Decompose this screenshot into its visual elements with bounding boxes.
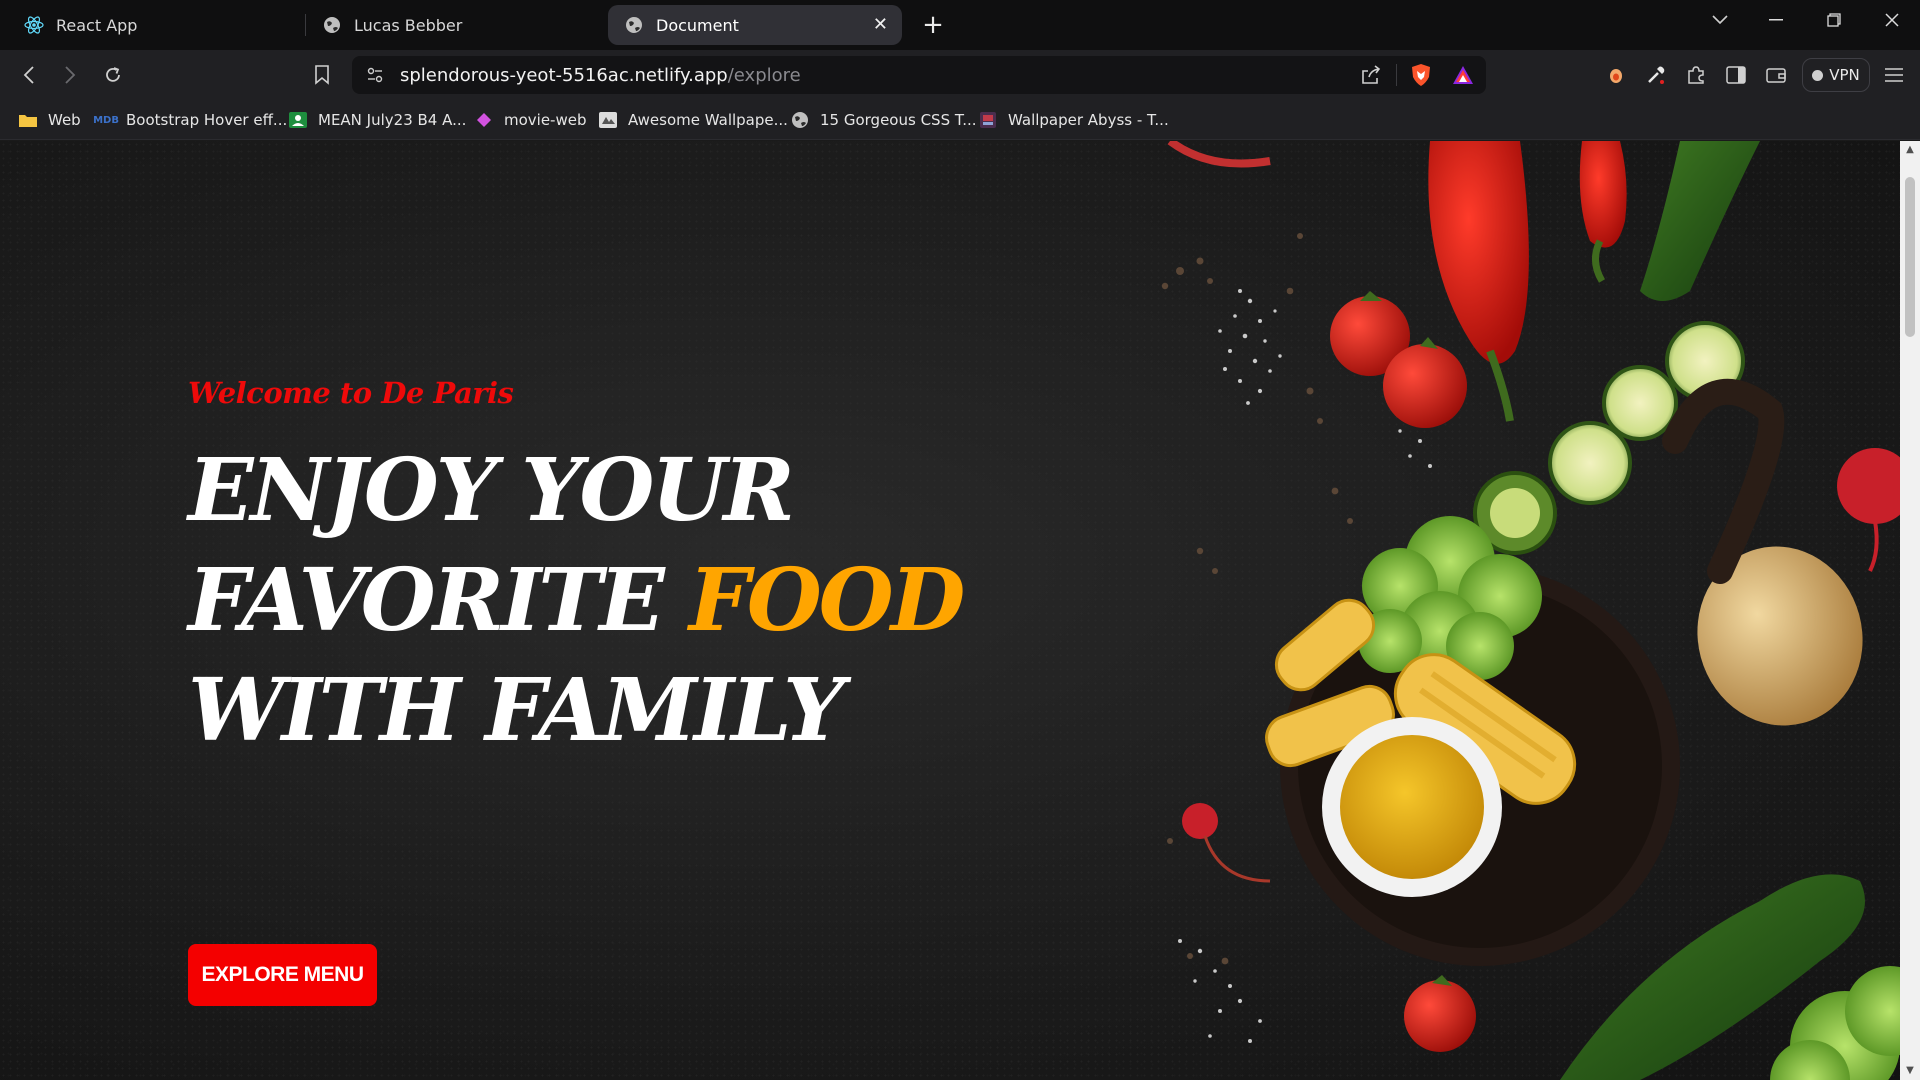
wallet-icon[interactable] (1760, 59, 1792, 91)
bookmark-awesome-wallpapers[interactable]: Awesome Wallpape... (598, 108, 788, 132)
divider (1396, 64, 1397, 86)
globe-icon (624, 15, 644, 35)
explore-menu-button[interactable]: EXPLORE MENU (188, 944, 377, 1006)
forward-button[interactable] (54, 59, 86, 91)
bookmark-web[interactable]: Web (18, 108, 81, 132)
tab-react-app[interactable]: React App (8, 5, 304, 45)
headline-line-1: ENJOY YOUR (188, 440, 795, 541)
mdb-icon: MDB (93, 114, 119, 126)
folder-icon (18, 111, 38, 129)
bookmark-label: 15 Gorgeous CSS T... (820, 111, 977, 129)
bookmark-bootstrap-hover[interactable]: MDB Bootstrap Hover eff... (93, 108, 288, 132)
bookmark-label: movie-web (504, 111, 587, 129)
vpn-status-icon (1812, 69, 1824, 81)
vpn-label: VPN (1829, 66, 1860, 84)
diamond-icon (474, 111, 494, 129)
tab-search-chevron-icon[interactable] (1692, 0, 1748, 40)
site-settings-icon[interactable] (366, 66, 384, 88)
hero-food-image (1161, 141, 1900, 1080)
address-bar[interactable]: splendorous-yeot-5516ac.netlify.app/expl… (352, 56, 1486, 94)
hero-section: Welcome to De Paris ENJOY YOUR FAVORITE … (188, 376, 965, 1006)
abyss-icon (978, 111, 998, 129)
vpn-button[interactable]: VPN (1802, 58, 1870, 92)
menu-hamburger-icon[interactable] (1878, 59, 1910, 91)
tab-document-active[interactable]: Document ✕ (608, 5, 902, 45)
tab-strip: React App Lucas Bebber Document ✕ + (0, 0, 1920, 50)
browser-toolbar: splendorous-yeot-5516ac.netlify.app/expl… (0, 50, 1920, 100)
tab-title: Lucas Bebber (354, 15, 463, 35)
url-text[interactable]: splendorous-yeot-5516ac.netlify.app/expl… (400, 65, 801, 86)
reload-button[interactable] (97, 59, 129, 91)
page-scrollbar[interactable]: ▲ ▼ (1900, 141, 1920, 1080)
share-icon[interactable] (1360, 65, 1382, 89)
bookmark-label: Web (48, 111, 81, 129)
scroll-down-icon[interactable]: ▼ (1904, 1066, 1916, 1076)
headline-food-accent: FOOD (688, 550, 965, 651)
tab-title: Document (656, 15, 739, 35)
bookmarks-bar: Web MDB Bootstrap Hover eff... MEAN July… (0, 100, 1920, 140)
scroll-up-icon[interactable]: ▲ (1904, 145, 1916, 155)
bookmark-label: Bootstrap Hover eff... (126, 111, 288, 129)
headline-line-3: WITH FAMILY (188, 660, 845, 761)
bookmark-label: Wallpaper Abyss - T... (1008, 111, 1169, 129)
globe-icon (790, 111, 810, 129)
close-tab-icon[interactable]: ✕ (873, 15, 888, 35)
bookmark-icon[interactable] (306, 59, 338, 91)
close-window-button[interactable] (1864, 0, 1920, 40)
headline-favorite: FAVORITE (188, 550, 689, 651)
minimize-button[interactable] (1748, 0, 1804, 40)
bookmark-wallpaper-abyss[interactable]: Wallpaper Abyss - T... (978, 108, 1169, 132)
url-host: splendorous-yeot-5516ac.netlify.app (400, 65, 728, 86)
tab-lucas-bebber[interactable]: Lucas Bebber (306, 5, 604, 45)
bookmark-label: Awesome Wallpape... (628, 111, 788, 129)
scrollbar-thumb[interactable] (1905, 177, 1915, 337)
classroom-icon (288, 111, 308, 129)
new-tab-button[interactable]: + (916, 8, 950, 42)
bookmark-mean-july23[interactable]: MEAN July23 B4 A... (288, 108, 466, 132)
page-viewport: Welcome to De Paris ENJOY YOUR FAVORITE … (0, 141, 1900, 1080)
url-path: /explore (727, 65, 801, 86)
brave-shields-icon[interactable] (1410, 63, 1432, 91)
extensions-puzzle-icon[interactable] (1680, 59, 1712, 91)
back-button[interactable] (13, 59, 45, 91)
color-picker-extension-icon[interactable] (1640, 59, 1672, 91)
welcome-tagline: Welcome to De Paris (188, 376, 514, 410)
hero-headline: ENJOY YOUR FAVORITE FOOD WITH FAMILY (188, 436, 965, 766)
restore-button[interactable] (1806, 0, 1862, 40)
bookmark-label: MEAN July23 B4 A... (318, 111, 467, 129)
react-icon (24, 15, 44, 35)
brave-rewards-icon[interactable] (1452, 65, 1474, 89)
tab-title: React App (56, 15, 138, 35)
globe-icon (322, 15, 342, 35)
headline-line-2: FAVORITE FOOD (188, 546, 965, 656)
bookmark-movie-web[interactable]: movie-web (474, 108, 587, 132)
extension-cookie-icon[interactable] (1600, 59, 1632, 91)
bookmark-gorgeous-css[interactable]: 15 Gorgeous CSS T... (790, 108, 977, 132)
sidebar-toggle-icon[interactable] (1720, 59, 1752, 91)
wallpaper-icon (598, 111, 618, 129)
